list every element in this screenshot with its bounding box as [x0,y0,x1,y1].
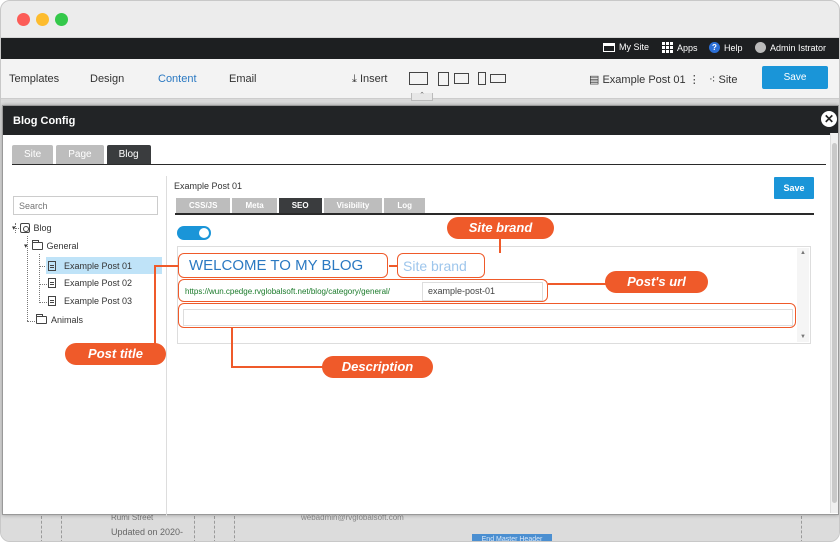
bg-divider [801,516,802,541]
panel-divider [166,176,167,516]
tab-blog[interactable]: Blog [106,145,151,164]
post-title-highlight [178,253,388,278]
current-page-selector[interactable]: ▤ Example Post 01 ⋮ [589,73,700,86]
document-icon [48,278,56,288]
folder-icon [36,314,47,324]
browser-icon [603,42,615,52]
document-icon [48,296,56,306]
tab-page[interactable]: Page [56,145,104,164]
page-scrollbar[interactable] [830,133,838,513]
avatar-icon [755,42,766,53]
settings-tabs: CSS/JS Meta SEO Visibility Log [176,198,426,213]
tree-node-post-03[interactable]: Example Post 03 [48,296,132,306]
templates-tab[interactable]: Templates [9,73,59,85]
bg-updated-text: Updated on 2020- [111,527,184,537]
seo-box-scrollbar[interactable]: ▲ ▼ [797,248,809,342]
settings-tabs-underline [175,213,814,215]
settings-icon [19,223,30,233]
site-brand-highlight [397,253,485,278]
tree-node-post-01[interactable]: Example Post 01 [46,257,162,274]
minimize-window-icon[interactable] [36,13,49,26]
help-icon: ? [709,42,720,53]
annotation-line [499,239,501,253]
folder-icon [31,240,43,250]
bg-divider [61,516,62,541]
posts-url-label: Post's url [605,271,708,293]
phone-landscape-icon[interactable] [490,74,506,83]
sitemap-icon: ⁖ [709,74,716,86]
seo-enable-toggle[interactable] [177,226,211,240]
apps-link[interactable]: Apps [662,42,698,53]
toolbar-collapse-handle[interactable]: ⌃ [411,92,433,101]
insert-button[interactable]: ⤓ Insert [352,73,387,86]
annotation-line [231,366,323,368]
tree-node-general[interactable]: ▾ General [24,240,79,251]
tab-css-js[interactable]: CSS/JS [176,198,231,213]
bg-divider [194,516,195,541]
phone-portrait-icon[interactable] [478,72,486,85]
design-tab[interactable]: Design [90,73,124,85]
close-window-icon[interactable] [17,13,30,26]
tree-connector [39,254,40,303]
tab-meta[interactable]: Meta [232,198,277,213]
tab-visibility[interactable]: Visibility [323,198,383,213]
tablet-landscape-icon[interactable] [454,73,469,84]
page-icon: ▤ [589,74,600,86]
tab-site[interactable]: Site [12,145,54,164]
description-highlight [178,303,796,328]
tree-connector [39,302,47,303]
toolbar-save-button[interactable]: Save [762,66,828,89]
annotation-line [231,328,233,367]
annotation-line [154,265,156,344]
tree-connector [39,284,47,285]
tree-node-animals[interactable]: Animals [36,314,83,325]
admin-bar: My Site Apps ? Help Admin Istrator [1,38,839,59]
expand-icon[interactable]: ▾ [24,242,28,250]
tab-log[interactable]: Log [384,198,426,213]
site-brand-label: Site brand [447,217,554,239]
bg-divider [41,516,42,541]
bg-master-header-badge: End Master Header [472,534,552,541]
email-tab[interactable]: Email [229,73,257,85]
user-menu[interactable]: Admin Istrator [755,42,826,53]
document-icon [48,260,56,271]
tree-connector [27,321,35,322]
site-menu[interactable]: ⁖ Site [709,73,737,86]
save-button[interactable]: Save [774,177,814,199]
maximize-window-icon[interactable] [55,13,68,26]
my-site-link[interactable]: My Site [603,42,649,52]
window-titlebar [1,1,839,38]
help-link[interactable]: ? Help [709,42,743,53]
tablet-portrait-icon[interactable] [438,72,449,86]
apps-grid-icon [662,42,673,53]
desktop-view-icon[interactable] [409,72,428,85]
annotation-line [548,283,606,285]
tabs-underline [12,164,826,165]
modal-title: Blog Config [13,115,76,127]
browser-window: My Site Apps ? Help Admin Istrator Templ… [0,0,840,542]
page-title: Example Post 01 [174,181,243,191]
post-title-label: Post title [65,343,166,365]
more-vertical-icon: ⋮ [688,74,700,86]
annotation-line [389,265,397,267]
tree-search-input[interactable] [13,196,158,215]
scroll-down-icon[interactable]: ▼ [800,334,806,340]
scroll-up-icon[interactable]: ▲ [800,250,806,256]
modal-header: Blog Config ✕ [3,106,838,135]
post-url-highlight [178,279,548,302]
content-tab[interactable]: Content [158,73,197,85]
tab-seo[interactable]: SEO [278,198,322,213]
close-icon[interactable]: ✕ [821,111,837,127]
description-label: Description [322,356,433,378]
annotation-line [154,265,178,267]
expand-icon[interactable]: ▾ [12,224,16,232]
tree-node-blog[interactable]: ▾ Blog [12,223,52,233]
tree-node-post-02[interactable]: Example Post 02 [48,278,132,288]
modal-tabs: Site Page Blog [12,145,151,164]
bg-divider [214,516,215,541]
bg-divider [234,516,235,541]
insert-icon: ⤓ [352,73,357,85]
